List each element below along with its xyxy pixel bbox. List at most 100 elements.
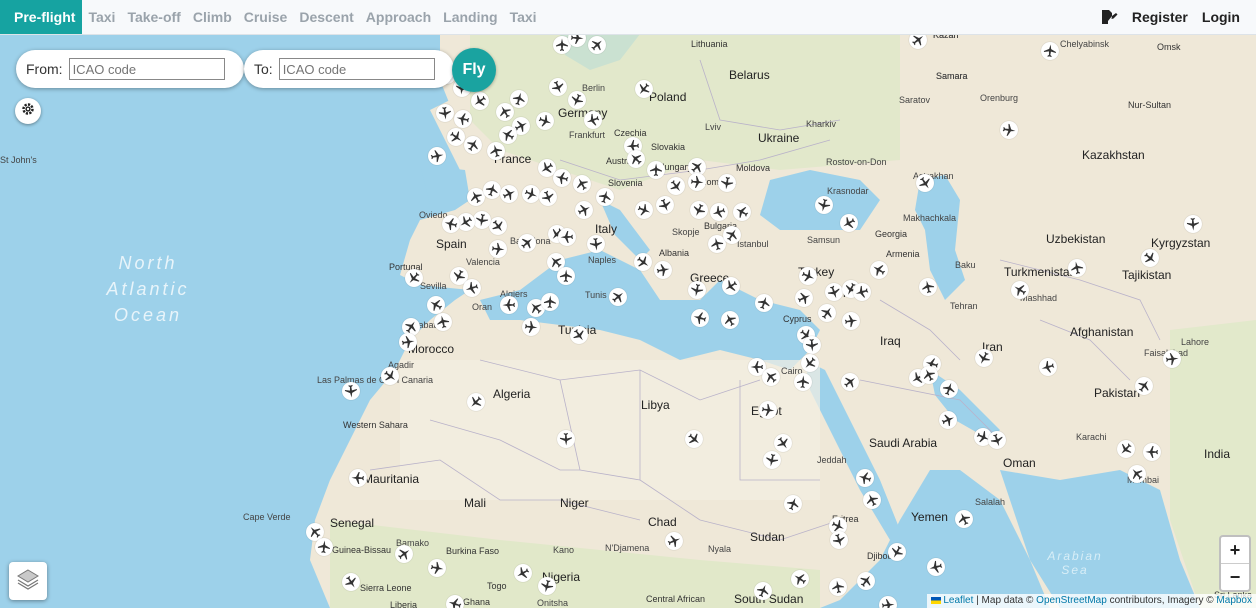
airplane-icon[interactable] xyxy=(342,573,360,591)
airplane-icon[interactable] xyxy=(784,495,802,513)
airplane-icon[interactable] xyxy=(803,336,821,354)
phase-tab-descent[interactable]: Descent xyxy=(293,0,359,34)
airplane-icon[interactable] xyxy=(557,267,575,285)
airplane-icon[interactable] xyxy=(1011,281,1029,299)
airplane-icon[interactable] xyxy=(499,126,517,144)
airplane-icon[interactable] xyxy=(342,382,360,400)
airplane-icon[interactable] xyxy=(691,309,709,327)
airplane-icon[interactable] xyxy=(395,545,413,563)
airplane-icon[interactable] xyxy=(568,34,586,47)
airplane-icon[interactable] xyxy=(829,578,847,596)
airplane-icon[interactable] xyxy=(463,279,481,297)
airplane-icon[interactable] xyxy=(489,240,507,258)
from-input[interactable] xyxy=(68,58,225,80)
airplane-icon[interactable] xyxy=(315,538,333,556)
airplane-icon[interactable] xyxy=(733,203,751,221)
airplane-icon[interactable] xyxy=(762,368,780,386)
airplane-icon[interactable] xyxy=(690,201,708,219)
airplane-icon[interactable] xyxy=(654,261,672,279)
airplane-icon[interactable] xyxy=(464,136,482,154)
airplane-icon[interactable] xyxy=(454,110,472,128)
airplane-icon[interactable] xyxy=(596,188,614,206)
register-link[interactable]: Register xyxy=(1132,9,1188,25)
airplane-icon[interactable] xyxy=(518,234,536,252)
airplane-icon[interactable] xyxy=(842,312,860,330)
airplane-icon[interactable] xyxy=(710,203,728,221)
airplane-icon[interactable] xyxy=(471,92,489,110)
map-view[interactable]: North Atlantic Ocean Arabian Sea Belarus Pol… xyxy=(0,34,1256,608)
phase-tab-cruise[interactable]: Cruise xyxy=(238,0,294,34)
airplane-icon[interactable] xyxy=(909,34,927,49)
login-link[interactable]: Login xyxy=(1202,9,1240,25)
airplane-icon[interactable] xyxy=(647,161,665,179)
airplane-icon[interactable] xyxy=(1068,259,1086,277)
airplane-icon[interactable] xyxy=(688,173,706,191)
airplane-icon[interactable] xyxy=(1128,465,1146,483)
phase-tab-taxi[interactable]: Taxi xyxy=(82,0,121,34)
airplane-icon[interactable] xyxy=(575,201,593,219)
airplane-icon[interactable] xyxy=(399,333,417,351)
airplane-icon[interactable] xyxy=(856,469,874,487)
airplane-icon[interactable] xyxy=(927,558,945,576)
airplane-icon[interactable] xyxy=(1117,440,1135,458)
airplane-icon[interactable] xyxy=(538,577,556,595)
airplane-icon[interactable] xyxy=(634,253,652,271)
airplane-icon[interactable] xyxy=(427,296,445,314)
airplane-icon[interactable] xyxy=(558,228,576,246)
airplane-icon[interactable] xyxy=(635,201,653,219)
airplane-icon[interactable] xyxy=(489,217,507,235)
fly-button[interactable]: Fly xyxy=(452,48,496,92)
airplane-icon[interactable] xyxy=(573,175,591,193)
airplane-icon[interactable] xyxy=(688,281,706,299)
airplane-icon[interactable] xyxy=(500,296,518,314)
airplane-icon[interactable] xyxy=(721,311,739,329)
airplane-icon[interactable] xyxy=(665,532,683,550)
airplane-icon[interactable] xyxy=(557,430,575,448)
airplane-icon[interactable] xyxy=(841,373,859,391)
airplane-icon[interactable] xyxy=(870,261,888,279)
airplane-icon[interactable] xyxy=(763,451,781,469)
airplane-icon[interactable] xyxy=(549,78,567,96)
airplane-icon[interactable] xyxy=(568,91,586,109)
airplane-icon[interactable] xyxy=(510,90,528,108)
airplane-icon[interactable] xyxy=(656,196,674,214)
airplane-icon[interactable] xyxy=(1135,377,1153,395)
airplane-icon[interactable] xyxy=(794,373,812,391)
phase-tab-landing[interactable]: Landing xyxy=(437,0,503,34)
airplane-icon[interactable] xyxy=(888,543,906,561)
leaflet-link[interactable]: Leaflet xyxy=(943,595,973,606)
airplane-icon[interactable] xyxy=(483,181,501,199)
airplane-icon[interactable] xyxy=(916,174,934,192)
airplane-icon[interactable] xyxy=(428,147,446,165)
airplane-icon[interactable] xyxy=(857,572,875,590)
airplane-icon[interactable] xyxy=(667,177,685,195)
airplane-icon[interactable] xyxy=(434,313,452,331)
airplane-icon[interactable] xyxy=(500,185,518,203)
airplane-icon[interactable] xyxy=(818,304,836,322)
airplane-icon[interactable] xyxy=(609,288,627,306)
airplane-icon[interactable] xyxy=(723,226,741,244)
airplane-icon[interactable] xyxy=(553,169,571,187)
layers-button[interactable] xyxy=(9,562,47,600)
airplane-icon[interactable] xyxy=(774,434,792,452)
user-edit-icon[interactable] xyxy=(1100,9,1118,25)
airplane-icon[interactable] xyxy=(522,185,540,203)
airplane-icon[interactable] xyxy=(1041,42,1059,60)
airplane-icon[interactable] xyxy=(879,596,897,608)
phase-tab-taxi-in[interactable]: Taxi xyxy=(504,0,543,34)
airplane-icon[interactable] xyxy=(514,564,532,582)
airplane-icon[interactable] xyxy=(939,411,957,429)
zoom-out-button[interactable]: − xyxy=(1221,564,1249,590)
zoom-in-button[interactable]: + xyxy=(1221,537,1249,564)
to-input[interactable] xyxy=(278,58,435,80)
phase-tab-approach[interactable]: Approach xyxy=(360,0,437,34)
osm-link[interactable]: OpenStreetMap xyxy=(1036,595,1107,606)
airplane-icon[interactable] xyxy=(487,142,505,160)
airplane-icon[interactable] xyxy=(349,469,367,487)
airplane-icon[interactable] xyxy=(1163,350,1181,368)
airplane-icon[interactable] xyxy=(830,531,848,549)
airplane-icon[interactable] xyxy=(587,235,605,253)
airplane-icon[interactable] xyxy=(584,111,602,129)
airplane-icon[interactable] xyxy=(685,430,703,448)
airplane-icon[interactable] xyxy=(795,289,813,307)
